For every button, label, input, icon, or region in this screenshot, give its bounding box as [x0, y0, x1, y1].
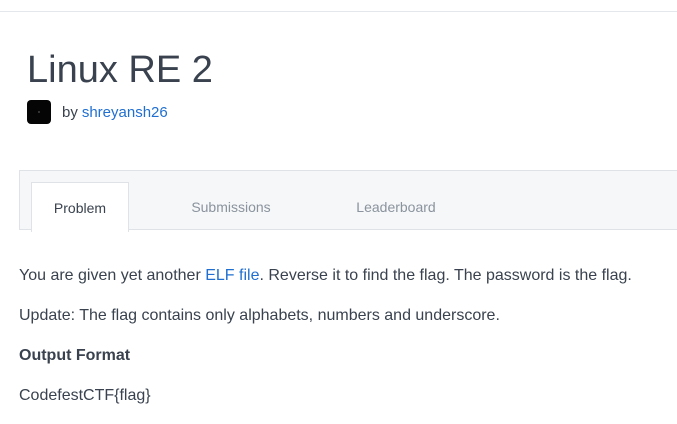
top-divider: [0, 11, 677, 12]
problem-content: You are given yet another ELF file. Reve…: [19, 264, 669, 424]
challenge-title: Linux RE 2: [27, 49, 213, 91]
tabs-bar: Problem Submissions Leaderboard: [19, 170, 677, 232]
intro-text-start: You are given yet another: [19, 267, 206, 284]
output-format-text: CodefestCTF{flag}: [19, 387, 151, 404]
author-link[interactable]: shreyansh26: [82, 104, 168, 121]
tab-submissions[interactable]: Submissions: [170, 182, 292, 232]
author-row: by shreyansh26: [27, 100, 168, 124]
output-format-heading: Output Format: [19, 347, 131, 364]
intro-text-end: . Reverse it to find the flag. The passw…: [259, 267, 632, 284]
author-avatar[interactable]: [27, 100, 51, 124]
by-label: by: [62, 103, 78, 121]
elf-file-link[interactable]: ELF file: [205, 267, 259, 284]
problem-update: Update: The flag contains only alphabets…: [19, 307, 500, 324]
tab-problem[interactable]: Problem: [31, 182, 129, 232]
tab-leaderboard[interactable]: Leaderboard: [335, 182, 457, 232]
problem-intro: You are given yet another ELF file. Reve…: [19, 264, 669, 304]
